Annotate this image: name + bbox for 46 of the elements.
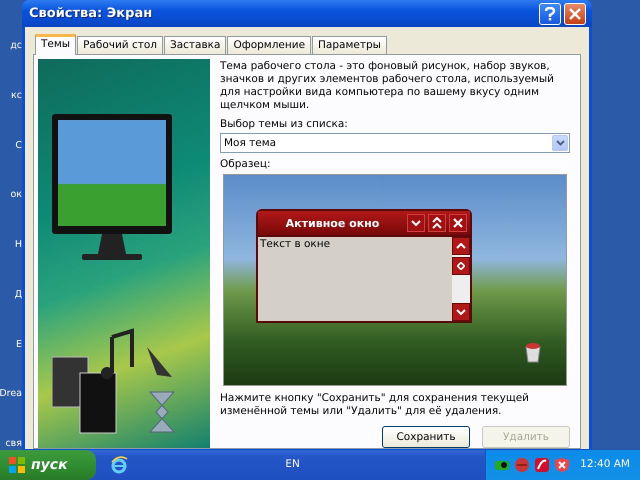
dialog-button[interactable]: Сохранить (382, 426, 470, 448)
tab[interactable]: Рабочий стол (77, 36, 163, 54)
start-button[interactable]: пуск (0, 450, 96, 480)
clock: 12:40 AM (580, 457, 630, 472)
theme-label: Выбор темы из списка: (220, 118, 349, 131)
tab[interactable]: Оформление (227, 36, 312, 54)
desktop-icon-label[interactable]: кс (11, 90, 22, 102)
desktop-icon-label[interactable]: Е (16, 338, 22, 350)
tray-app-icon[interactable] (534, 457, 550, 473)
tab[interactable]: Темы (35, 34, 76, 55)
shield-icon[interactable] (554, 457, 570, 473)
desktop-icon-label[interactable]: Д (14, 288, 22, 301)
close-button[interactable] (449, 214, 467, 232)
theme-dropdown[interactable]: Моя тема (220, 133, 570, 153)
sample-window-text: Текст в окне (258, 237, 452, 321)
desktop-icon-label[interactable]: ок (10, 189, 22, 202)
network-icon[interactable] (494, 458, 510, 472)
scroll-down-icon (456, 309, 466, 315)
close-icon (569, 8, 581, 20)
close-icon (453, 218, 463, 228)
maximize-button[interactable] (428, 214, 446, 232)
help-button[interactable] (539, 2, 561, 24)
preview-label: Образец: (220, 158, 272, 171)
double-chevron-up-icon (432, 217, 442, 229)
scroll-up-icon (456, 243, 466, 249)
desktop-icon-label[interactable]: дс (10, 40, 22, 52)
language-indicator[interactable]: EN (285, 457, 300, 473)
recycle-bin-icon (524, 341, 542, 363)
scroll-thumb-icon (457, 262, 465, 270)
browser-icon[interactable] (110, 456, 128, 474)
windows-logo-icon (8, 456, 26, 474)
help-icon (544, 6, 556, 20)
desktop-icon-label[interactable]: С (15, 140, 22, 152)
sample-window-title: Активное окно (284, 216, 380, 230)
minimize-button[interactable] (407, 214, 425, 232)
description-text: Тема рабочего стола - это фоновый рисунок, набор звуков, значков и других элементов рабочего стола, используемый для настройки вида компьютера по вашему вкусу одним щелчком мыши. (220, 60, 555, 112)
desktop-icon-label[interactable]: Drea (0, 388, 22, 400)
tab[interactable]: Параметры (312, 36, 387, 54)
scrollbar[interactable] (452, 237, 470, 321)
tab[interactable]: Заставка (164, 36, 226, 54)
chevron-down-icon (411, 219, 421, 227)
window-title: Свойства: Экран (29, 4, 154, 23)
desktop-icon-label[interactable]: Н (14, 239, 22, 251)
circle-icon[interactable] (514, 457, 530, 473)
hint-text: Нажмите кнопку "Сохранить" для сохранения текущей изменённой темы или "Удалить" для её удаления. (220, 392, 530, 418)
desktop-icon-label[interactable]: свя (5, 438, 22, 450)
